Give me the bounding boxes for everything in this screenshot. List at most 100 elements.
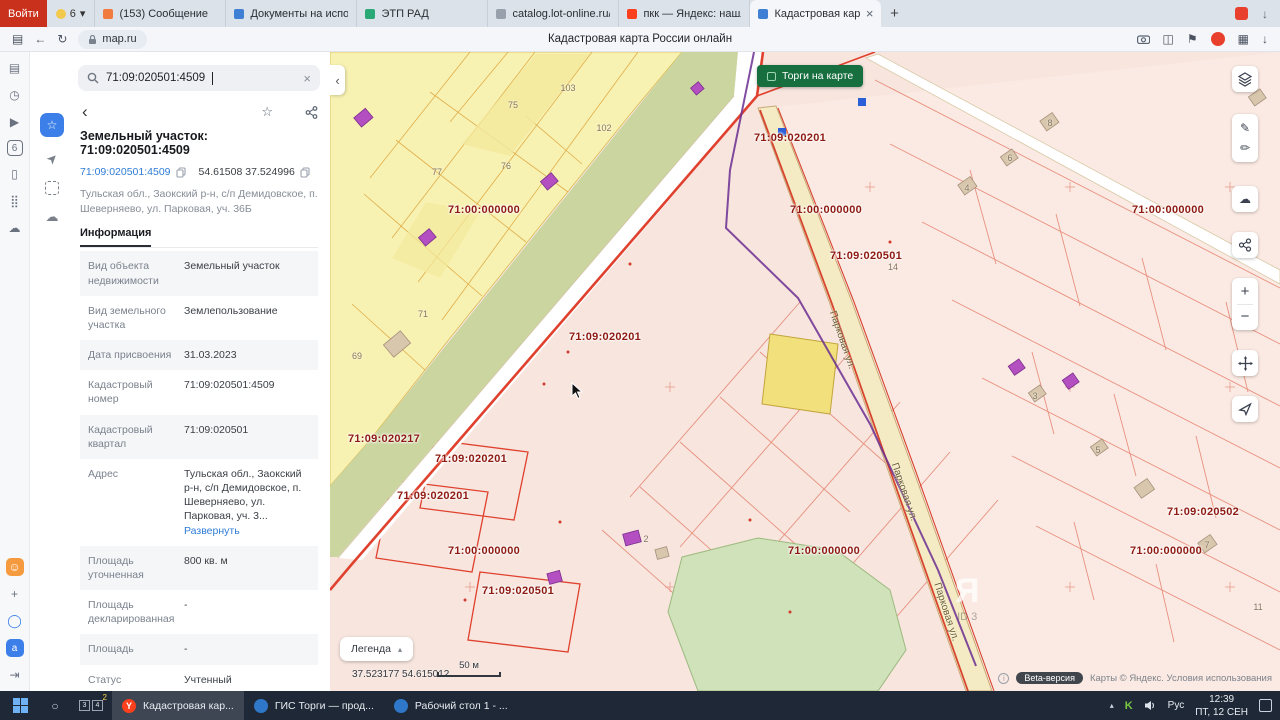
zoom-in-button[interactable]: + bbox=[1232, 280, 1258, 304]
sidebar-toggle-icon[interactable]: ▤ bbox=[12, 32, 23, 46]
browser-tab[interactable]: Документы на исполнен bbox=[226, 0, 358, 27]
collapse-strip-icon[interactable]: ⇥ bbox=[6, 666, 24, 684]
alice-ring-icon[interactable]: ◯ bbox=[6, 612, 24, 630]
search-value: 71:09:020501:4509 bbox=[106, 72, 206, 84]
tab-label: (153) Сообщение bbox=[119, 7, 209, 20]
tab-group-chip[interactable]: 6 ▾ bbox=[47, 0, 96, 27]
clear-search-icon[interactable]: × bbox=[303, 71, 311, 86]
new-tab-button[interactable]: + bbox=[881, 0, 907, 27]
browser-tab[interactable]: пкк — Яндекс: нашлось bbox=[619, 0, 751, 27]
tab-divider bbox=[80, 247, 318, 249]
copy-icon[interactable] bbox=[175, 166, 186, 178]
chevron-left-icon: ‹ bbox=[335, 72, 340, 88]
scale-bar: 50 м bbox=[437, 660, 501, 677]
antivirus-tray-icon[interactable]: K bbox=[1125, 700, 1133, 712]
upload-cloud-button[interactable]: ☁ bbox=[1232, 186, 1258, 212]
red-extension-icon[interactable] bbox=[1235, 7, 1248, 20]
favorites-star-button[interactable]: ☆ bbox=[40, 113, 64, 137]
hidden-icons-chevron[interactable]: ▴ bbox=[1110, 701, 1114, 710]
info-row-label: Кадастровый квартал bbox=[88, 423, 153, 450]
panel-body: ☆ ➤ ☁ ‹ ☆ Земельный участок: 71:09:02050… bbox=[30, 97, 330, 691]
url-text: map.ru bbox=[102, 33, 137, 45]
taskbar-app[interactable]: Y Кадастровая кар... bbox=[112, 691, 244, 720]
back-chevron-icon[interactable]: ‹ bbox=[80, 102, 90, 122]
tab-favicon bbox=[758, 8, 769, 19]
collections-grid-icon[interactable]: ▦ bbox=[1238, 32, 1249, 46]
back-icon[interactable]: ← bbox=[34, 32, 46, 46]
tab-information[interactable]: Информация bbox=[80, 227, 152, 248]
legend-button[interactable]: Легенда ▴ bbox=[340, 637, 413, 661]
map-viewport[interactable]: 71:09:020201 71:00:000000 71:00:000000 71:0… bbox=[330, 52, 1280, 691]
profile-avatar[interactable] bbox=[1210, 32, 1225, 46]
select-pointer-icon[interactable]: ➤ bbox=[42, 149, 61, 168]
beta-badge: Beta-версия bbox=[1016, 672, 1083, 684]
panel-collapse-button[interactable]: ‹ bbox=[330, 65, 345, 95]
history-clock-icon[interactable]: ◷ bbox=[6, 86, 24, 104]
browser-tab[interactable]: Кадастровая карта Рос × bbox=[750, 0, 882, 27]
attribution-terms-link[interactable]: Условия использования bbox=[1167, 673, 1272, 684]
phone-sync-icon[interactable]: ▯ bbox=[6, 165, 24, 183]
layers-button[interactable] bbox=[1232, 66, 1258, 92]
add-service-icon[interactable]: + bbox=[6, 585, 24, 603]
search-input[interactable]: 71:09:020501:4509 × bbox=[78, 65, 320, 91]
start-button[interactable] bbox=[0, 691, 40, 720]
share-map-button[interactable] bbox=[1232, 232, 1258, 258]
action-center-icon[interactable] bbox=[1259, 699, 1272, 712]
edit-pen-icon[interactable]: ✏ bbox=[1240, 142, 1250, 154]
content-area: ▤ ◷ ▶ 6 ▯ ⣿ ☁ ☺ + ◯ а ⇥ 71:09:020501:450… bbox=[0, 52, 1280, 691]
speaker-icon[interactable] bbox=[1144, 700, 1157, 711]
zoom-out-button[interactable]: − bbox=[1232, 305, 1258, 329]
language-indicator[interactable]: Рус bbox=[1168, 700, 1185, 711]
tab-close-icon[interactable]: × bbox=[866, 7, 874, 20]
copy-coordinates-icon[interactable] bbox=[300, 166, 310, 178]
chats-panel-icon[interactable]: ▤ bbox=[6, 59, 24, 77]
bookmark-flag-icon[interactable]: ⚑ bbox=[1187, 32, 1198, 46]
tab-label: ЭТП РАД bbox=[381, 7, 429, 20]
info-row: Статус Учтенный bbox=[80, 665, 318, 691]
object-chips: 71:09:020501:4509 54.61508 37.524996 bbox=[80, 166, 318, 178]
taskbar-app[interactable]: ГИС Торги — прод... bbox=[244, 691, 384, 720]
refresh-icon[interactable]: ↻ bbox=[57, 32, 67, 46]
rail-cloud-icon[interactable]: ☁ bbox=[46, 209, 59, 225]
messenger-icon[interactable]: ☺ bbox=[5, 558, 24, 576]
map-drawing bbox=[330, 52, 1280, 691]
cloud-sync-icon[interactable]: ☁ bbox=[6, 219, 24, 237]
cadastral-number-link[interactable]: 71:09:020501:4509 bbox=[80, 166, 171, 178]
tray-time: 12:39 bbox=[1209, 693, 1235, 705]
browser-tab[interactable]: (153) Сообщение bbox=[95, 0, 227, 27]
browser-tab[interactable]: catalog.lot-online.ru/inde bbox=[488, 0, 620, 27]
desktops-widget[interactable]: 2 3 4 bbox=[70, 691, 112, 720]
tab-label: пкк — Яндекс: нашлось bbox=[643, 7, 741, 20]
tab-label: Кадастровая карта Рос bbox=[774, 7, 860, 20]
info-icon[interactable]: i bbox=[998, 672, 1010, 684]
download-icon[interactable]: ↓ bbox=[1262, 32, 1268, 46]
pan-cross-icon bbox=[1237, 355, 1253, 371]
downloads-tray-icon[interactable]: ↓ bbox=[1262, 7, 1268, 21]
screens-icon[interactable]: ◫ bbox=[1163, 32, 1174, 46]
addressbar-right-icons: ◫ ⚑ ▦ ↓ bbox=[1136, 32, 1268, 46]
my-location-button[interactable] bbox=[1232, 396, 1258, 422]
screenshot-camera-icon[interactable] bbox=[1136, 34, 1150, 44]
expand-address-link[interactable]: Развернуть bbox=[184, 525, 240, 537]
tabs-count-badge[interactable]: 6 bbox=[6, 140, 23, 156]
taskbar-search-icon[interactable]: ○ bbox=[40, 691, 70, 720]
taskbar-app[interactable]: Рабочий стол 1 - ... bbox=[384, 691, 518, 720]
torgi-on-map-button[interactable]: Торги на карте bbox=[757, 65, 864, 87]
video-play-icon[interactable]: ▶ bbox=[6, 113, 24, 131]
location-arrow-icon bbox=[1238, 402, 1252, 416]
qr-scan-icon[interactable]: ⣿ bbox=[6, 192, 24, 210]
favorite-star-icon[interactable]: ☆ bbox=[261, 104, 273, 120]
pan-mode-button[interactable] bbox=[1232, 350, 1258, 376]
browser-login-button[interactable]: Войти bbox=[0, 0, 47, 27]
info-row: Адрес Тульская обл., Заокский р-н, с/п Де… bbox=[80, 459, 318, 546]
area-select-icon[interactable] bbox=[45, 181, 59, 195]
tab-favicon bbox=[496, 8, 507, 19]
app-tile-icon[interactable]: а bbox=[5, 639, 24, 657]
tab-label: catalog.lot-online.ru/inde bbox=[512, 7, 611, 20]
share-icon[interactable] bbox=[305, 105, 318, 119]
browser-tab[interactable]: ЭТП РАД bbox=[357, 0, 489, 27]
measure-pencil-icon[interactable]: ✎ bbox=[1240, 122, 1250, 134]
clock-widget[interactable]: 12:39 ПТ, 12 СЕН bbox=[1195, 693, 1248, 719]
url-field[interactable]: map.ru bbox=[78, 29, 147, 49]
info-row-value: 31.03.2023 bbox=[184, 349, 237, 362]
